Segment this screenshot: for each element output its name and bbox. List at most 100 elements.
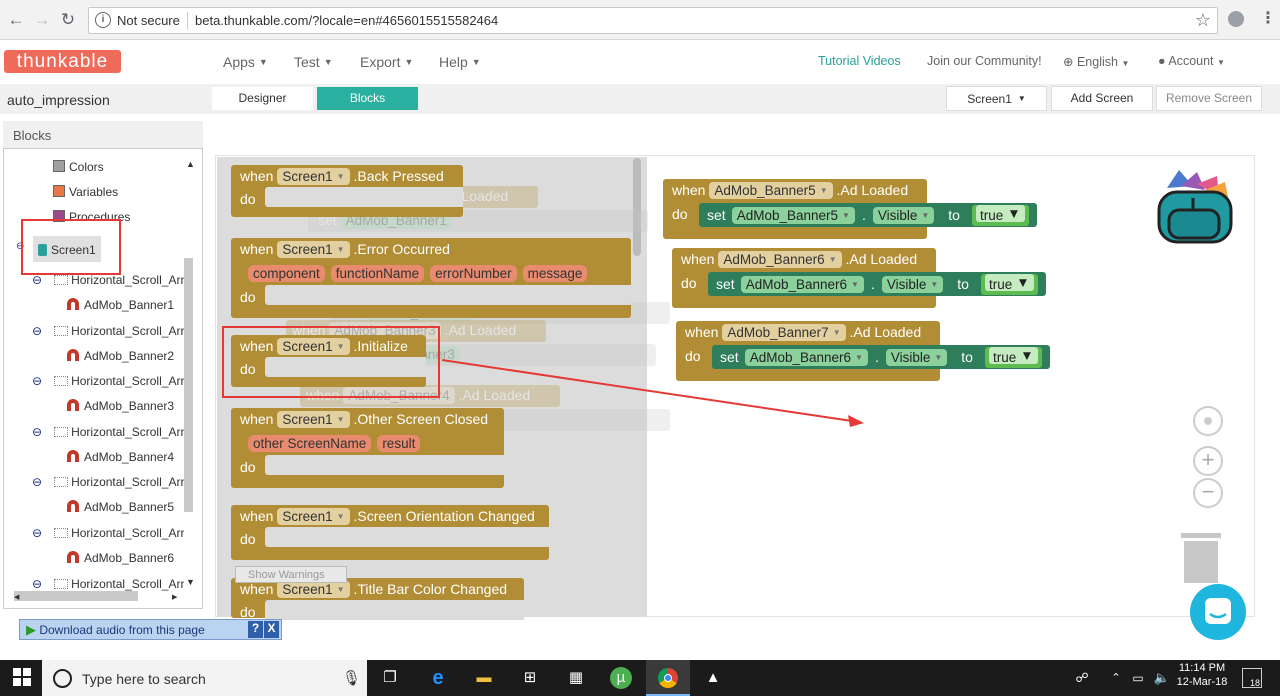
param-pill[interactable]: component xyxy=(248,265,325,282)
tree-admob-banner[interactable]: AdMob_Banner5 xyxy=(67,500,174,514)
builtin-colors[interactable]: Colors xyxy=(53,160,104,174)
notification-icon[interactable]: 18 xyxy=(1242,668,1262,688)
calculator-icon[interactable]: ▦ xyxy=(564,667,588,689)
reload-icon[interactable]: ↻ xyxy=(58,10,78,30)
boolean-block[interactable]: true ▼ xyxy=(980,274,1038,295)
tree-admob-banner[interactable]: AdMob_Banner3 xyxy=(67,399,174,413)
language-menu[interactable]: ⊕ English ▼ xyxy=(1063,54,1129,69)
zoom-out-icon[interactable]: − xyxy=(1193,478,1223,508)
photos-icon[interactable]: ▲ xyxy=(701,667,725,689)
remove-screen-button[interactable]: Remove Screen xyxy=(1156,86,1262,111)
recenter-icon[interactable] xyxy=(1193,406,1223,436)
boolean-block[interactable]: true ▼ xyxy=(984,347,1042,368)
volume-icon[interactable]: 🔈 xyxy=(1150,667,1174,689)
zoom-in-icon[interactable]: + xyxy=(1193,446,1223,476)
tray-chevron-up-icon[interactable]: ⌃ xyxy=(1104,667,1128,689)
microphone-icon[interactable]: 🎙 xyxy=(342,669,361,687)
scroll-up-arrow-icon[interactable]: ▲ xyxy=(186,159,195,169)
boolean-dropdown[interactable]: true ▼ xyxy=(975,205,1025,223)
tab-blocks[interactable]: Blocks xyxy=(317,87,418,110)
collapse-toggle-icon[interactable]: ⊖ xyxy=(32,577,42,591)
edge-icon[interactable]: e xyxy=(426,667,450,689)
backpack-icon[interactable] xyxy=(1153,168,1237,246)
extension-icon[interactable] xyxy=(1228,11,1244,27)
tree-admob-banner[interactable]: AdMob_Banner4 xyxy=(67,449,174,464)
param-pill[interactable]: other ScreenName xyxy=(248,435,372,452)
scroll-right-arrow-icon[interactable]: ▶ xyxy=(172,593,177,601)
admob-component-dropdown[interactable]: AdMob_Banner7 ▼ xyxy=(722,324,846,341)
builtin-variables[interactable]: Variables xyxy=(53,185,118,199)
download-audio-bar[interactable]: ▶ Download audio from this page ? X xyxy=(19,619,282,640)
chat-icon[interactable] xyxy=(1190,584,1246,640)
component-dropdown[interactable]: Screen1 ▼ xyxy=(277,241,350,258)
boolean-dropdown[interactable]: true ▼ xyxy=(988,347,1038,365)
windows-start-icon[interactable] xyxy=(13,668,31,689)
component-dropdown[interactable]: Screen1 ▼ xyxy=(277,508,350,525)
task-view-icon[interactable]: ❐ xyxy=(378,667,402,689)
nav-export[interactable]: Export ▼ xyxy=(360,54,413,70)
info-icon[interactable]: i xyxy=(95,12,111,28)
bookmark-star-icon[interactable]: ☆ xyxy=(1195,10,1211,31)
set-property-block[interactable]: set AdMob_Banner5 ▼. Visible ▼ to true ▼ xyxy=(699,203,1037,227)
tree-admob-banner[interactable]: AdMob_Banner6 xyxy=(67,551,174,565)
screen-select[interactable]: Screen1 ▼ xyxy=(946,86,1047,111)
tutorial-videos-link[interactable]: Tutorial Videos xyxy=(818,54,901,68)
collapse-toggle-icon[interactable]: ⊖ xyxy=(32,526,42,540)
account-menu[interactable]: ● Account ▼ xyxy=(1158,54,1225,68)
panel-horizontal-scrollbar[interactable] xyxy=(14,591,138,601)
param-pill[interactable]: errorNumber xyxy=(430,265,517,282)
nav-help[interactable]: Help ▼ xyxy=(439,54,481,70)
boolean-block[interactable]: true ▼ xyxy=(971,205,1029,226)
tree-arrangement[interactable]: ⊖ Horizontal_Scroll_Arr xyxy=(32,577,184,591)
param-pill[interactable]: result xyxy=(377,435,421,452)
panel-vertical-scrollbar[interactable] xyxy=(184,258,193,512)
file-explorer-icon[interactable]: ▬ xyxy=(472,667,496,689)
url-text[interactable]: beta.thunkable.com/?locale=en#4656015515… xyxy=(195,13,498,28)
tree-arrangement[interactable]: ⊖ Horizontal_Scroll_Arr xyxy=(32,273,184,287)
store-icon[interactable]: ⊞ xyxy=(518,667,542,689)
show-warnings-button[interactable]: Show Warnings xyxy=(235,566,347,583)
flyout-scrollbar[interactable] xyxy=(633,158,641,256)
utorrent-icon[interactable]: µ xyxy=(610,667,632,689)
property-dropdown[interactable]: Visible ▼ xyxy=(881,276,944,293)
collapse-toggle-icon[interactable]: ⊖ xyxy=(32,475,42,489)
tree-arrangement[interactable]: ⊖ Horizontal_Scroll_Arr xyxy=(32,526,184,540)
close-icon[interactable]: X xyxy=(264,621,279,638)
tree-arrangement[interactable]: ⊖ Horizontal_Scroll_Arr xyxy=(32,374,184,388)
forward-arrow-icon[interactable]: → xyxy=(32,10,52,30)
set-property-block[interactable]: set AdMob_Banner6 ▼. Visible ▼ to true ▼ xyxy=(708,272,1046,296)
scroll-left-arrow-icon[interactable]: ◀ xyxy=(14,593,19,601)
scroll-down-arrow-icon[interactable]: ▼ xyxy=(186,577,195,587)
nav-apps[interactable]: Apps ▼ xyxy=(223,54,268,70)
clock[interactable]: 11:14 PM 12-Mar-18 xyxy=(1174,662,1230,688)
collapse-toggle-icon[interactable]: ⊖ xyxy=(32,374,42,388)
param-pill[interactable]: message xyxy=(522,265,588,282)
tree-admob-banner[interactable]: AdMob_Banner1 xyxy=(67,298,174,312)
back-arrow-icon[interactable]: ← xyxy=(6,10,26,30)
property-dropdown[interactable]: Visible ▼ xyxy=(885,349,948,366)
admob-component-dropdown[interactable]: AdMob_Banner6 ▼ xyxy=(718,251,842,268)
param-pill[interactable]: functionName xyxy=(330,265,425,282)
set-component-dropdown[interactable]: AdMob_Banner5 ▼ xyxy=(731,207,855,224)
collapse-toggle-icon[interactable]: ⊖ xyxy=(32,324,42,338)
tab-designer[interactable]: Designer xyxy=(212,87,313,110)
help-icon[interactable]: ? xyxy=(248,621,263,638)
network-icon[interactable]: ▭ xyxy=(1126,667,1150,689)
event-block[interactable]: when Screen1 ▼ .Back Pressed do xyxy=(231,165,463,217)
event-block[interactable]: when Screen1 ▼ .Title Bar Color Changed do xyxy=(231,578,524,620)
browser-menu-icon[interactable]: ⋮ xyxy=(1260,8,1276,28)
tree-arrangement[interactable]: ⊖ Horizontal_Scroll_Arr xyxy=(32,324,184,338)
admob-component-dropdown[interactable]: AdMob_Banner5 ▼ xyxy=(709,182,833,199)
event-block[interactable]: when Screen1 ▼ .Error Occurred component fu… xyxy=(231,238,631,318)
collapse-toggle-icon[interactable]: ⊖ xyxy=(32,425,42,439)
set-component-dropdown[interactable]: AdMob_Banner6 ▼ xyxy=(740,276,864,293)
tree-arrangement[interactable]: ⊖ Horizontal_Scroll_Arr xyxy=(32,475,184,489)
component-dropdown[interactable]: Screen1 ▼ xyxy=(277,411,350,428)
collapse-toggle-icon[interactable]: ⊖ xyxy=(32,273,42,287)
community-link[interactable]: Join our Community! xyxy=(927,54,1042,68)
taskbar-search[interactable]: Type here to search 🎙 xyxy=(42,660,367,696)
property-dropdown[interactable]: Visible ▼ xyxy=(872,207,935,224)
component-dropdown[interactable]: Screen1 ▼ xyxy=(277,168,350,185)
address-bar[interactable]: i Not secure beta.thunkable.com/?locale=… xyxy=(88,7,1218,34)
tree-arrangement[interactable]: ⊖ Horizontal_Scroll_Arr xyxy=(32,425,184,439)
